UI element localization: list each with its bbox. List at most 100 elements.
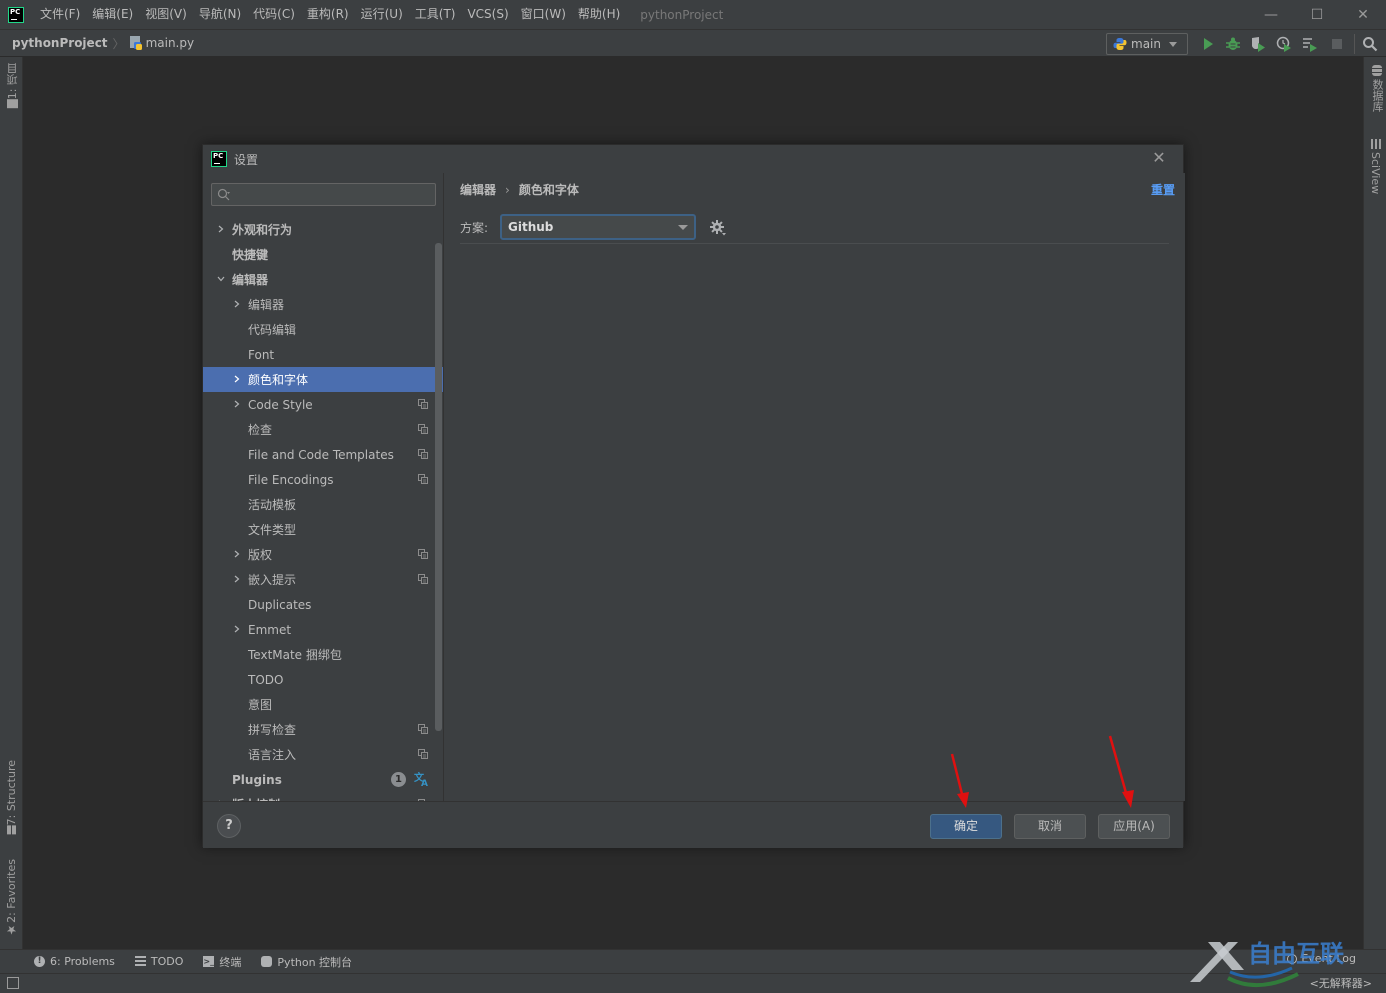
menu-view[interactable]: 视图(V): [139, 0, 193, 29]
tree-item[interactable]: Plugins 1 文 A: [203, 767, 443, 792]
run-icon[interactable]: [1200, 36, 1216, 52]
plugin-update-badge: 1: [391, 772, 406, 787]
tree-item[interactable]: 活动模板: [203, 492, 443, 517]
toggle-tool-windows-icon[interactable]: [7, 977, 19, 989]
sciview-tool-tab[interactable]: SciView: [1369, 139, 1382, 194]
warning-circle-icon: !: [34, 956, 45, 967]
chevron-right-icon[interactable]: [233, 550, 241, 558]
menu-run[interactable]: 运行(U): [355, 0, 409, 29]
tree-item[interactable]: 意图: [203, 692, 443, 717]
terminal-tool-tab[interactable]: >_ 终端: [203, 954, 241, 970]
chevron-down-icon: [678, 225, 688, 230]
tree-item[interactable]: 代码编辑: [203, 317, 443, 342]
gear-icon[interactable]: [709, 219, 727, 237]
stop-icon[interactable]: [1329, 36, 1345, 52]
tree-item[interactable]: 语言注入: [203, 742, 443, 767]
tree-item-label: Code Style: [248, 397, 313, 412]
chevron-right-icon[interactable]: [233, 400, 241, 408]
menu-navigate[interactable]: 导航(N): [193, 0, 247, 29]
tree-item[interactable]: 外观和行为: [203, 217, 443, 242]
chevron-right-icon[interactable]: [233, 300, 241, 308]
settings-content-panel: 编辑器 › 颜色和字体 重置 方案: Github: [444, 173, 1185, 801]
tree-item[interactable]: 快捷键: [203, 242, 443, 267]
problems-tool-tab[interactable]: ! 6: Problems: [34, 955, 115, 968]
dialog-title-bar[interactable]: PC 设置 ✕: [203, 145, 1183, 173]
tree-item-label: 外观和行为: [232, 223, 293, 237]
tree-item[interactable]: TODO: [203, 667, 443, 692]
ok-button[interactable]: 确定: [930, 814, 1002, 839]
settings-search-input[interactable]: [211, 183, 436, 206]
project-scope-icon: [418, 549, 428, 559]
tree-item[interactable]: 编辑器: [203, 267, 443, 292]
favorites-tool-tab-label: 2: Favorites: [5, 859, 18, 923]
menu-edit[interactable]: 编辑(E): [86, 0, 139, 29]
breadcrumb-project[interactable]: pythonProject: [12, 36, 108, 50]
tree-item-label: 文件类型: [248, 523, 297, 537]
tree-item[interactable]: Duplicates: [203, 592, 443, 617]
tree-item[interactable]: 编辑器: [203, 292, 443, 317]
maximize-button[interactable]: ☐: [1294, 0, 1340, 29]
python-console-tool-tab[interactable]: Python 控制台: [261, 954, 352, 970]
list-icon: [134, 956, 146, 967]
tree-item[interactable]: 检查: [203, 417, 443, 442]
todo-tool-tab[interactable]: TODO: [134, 955, 183, 968]
profile-icon[interactable]: [1276, 36, 1292, 52]
tree-item[interactable]: File Encodings: [203, 467, 443, 492]
database-icon: [1372, 65, 1382, 76]
cancel-button[interactable]: 取消: [1014, 814, 1086, 839]
menu-window[interactable]: 窗口(W): [515, 0, 572, 29]
tree-scrollbar[interactable]: [435, 243, 442, 731]
run-concurrency-icon[interactable]: [1302, 36, 1318, 52]
tree-item[interactable]: File and Code Templates: [203, 442, 443, 467]
run-with-coverage-icon[interactable]: [1250, 36, 1266, 52]
project-tool-tab[interactable]: 1: 项目: [5, 63, 21, 112]
menu-vcs[interactable]: VCS(S): [461, 0, 514, 29]
tree-item[interactable]: 文件类型: [203, 517, 443, 542]
menu-code[interactable]: 代码(C): [247, 0, 301, 29]
breadcrumb-color-scheme: 颜色和字体: [518, 183, 579, 197]
search-everywhere-icon[interactable]: [1362, 36, 1378, 52]
menu-tools[interactable]: 工具(T): [409, 0, 462, 29]
chevron-right-icon[interactable]: [217, 225, 225, 233]
sciview-tool-tab-label: SciView: [1369, 152, 1382, 195]
menu-help[interactable]: 帮助(H): [572, 0, 626, 29]
settings-search-field[interactable]: [234, 186, 432, 203]
help-button[interactable]: ?: [217, 814, 241, 838]
tree-item[interactable]: 版权: [203, 542, 443, 567]
tree-item-label: 语言注入: [248, 748, 297, 762]
menu-refactor[interactable]: 重构(R): [301, 0, 355, 29]
bottom-tool-bar: ! 6: Problems TODO >_ 终端 Python 控制台: [0, 949, 1386, 973]
run-config-selector[interactable]: main: [1106, 33, 1188, 55]
tree-item-label: File Encodings: [248, 472, 334, 487]
tree-item[interactable]: TextMate 捆绑包: [203, 642, 443, 667]
interpreter-selector[interactable]: <无解释器>: [1310, 975, 1372, 991]
reset-link[interactable]: 重置: [1151, 181, 1175, 198]
close-window-button[interactable]: ✕: [1340, 0, 1386, 29]
tree-item[interactable]: Emmet: [203, 617, 443, 642]
minimize-button[interactable]: —: [1248, 0, 1294, 29]
tree-item[interactable]: Code Style: [203, 392, 443, 417]
chevron-right-icon[interactable]: [233, 575, 241, 583]
tree-item[interactable]: 颜色和字体: [203, 367, 443, 392]
tree-item[interactable]: 版本控制: [203, 792, 443, 801]
debug-icon[interactable]: [1225, 36, 1241, 52]
favorites-tool-tab[interactable]: ★ 2: Favorites: [5, 859, 18, 940]
tree-item-label: 颜色和字体: [248, 373, 309, 387]
close-dialog-button[interactable]: ✕: [1151, 150, 1167, 166]
chevron-right-icon[interactable]: [233, 375, 241, 383]
scheme-dropdown[interactable]: Github: [500, 214, 696, 240]
event-log-tool-tab[interactable]: Event Log: [1287, 952, 1356, 965]
scheme-value: Github: [508, 220, 554, 234]
chevron-right-icon[interactable]: [233, 625, 241, 633]
settings-breadcrumb: 编辑器 › 颜色和字体: [460, 181, 579, 198]
chevron-down-icon[interactable]: [217, 275, 225, 283]
database-tool-tab[interactable]: 数据库: [1369, 65, 1385, 112]
structure-tool-tab[interactable]: 7: Structure: [5, 760, 18, 838]
tree-item-label: 编辑器: [248, 298, 285, 312]
menu-file[interactable]: 文件(F): [34, 0, 86, 29]
tree-item[interactable]: 嵌入提示: [203, 567, 443, 592]
apply-button[interactable]: 应用(A): [1098, 814, 1170, 839]
tree-item[interactable]: 拼写检查: [203, 717, 443, 742]
tree-item[interactable]: Font: [203, 342, 443, 367]
breadcrumb-file[interactable]: main.py: [146, 36, 195, 50]
